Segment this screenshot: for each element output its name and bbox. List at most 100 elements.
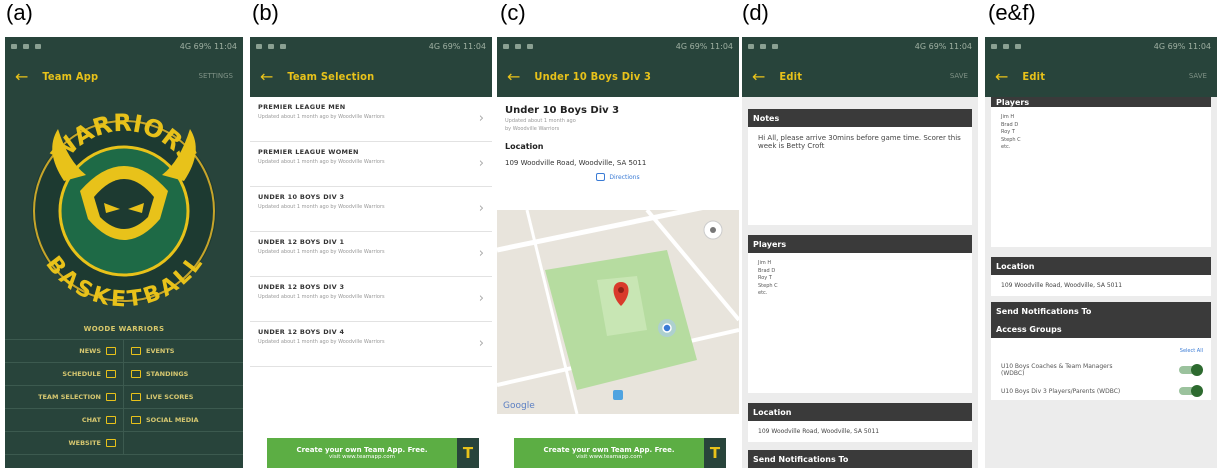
- location-header: Location: [748, 403, 972, 421]
- list-item[interactable]: UNDER 12 BOYS DIV 1 Updated about 1 mont…: [250, 232, 492, 277]
- directions-icon: [596, 173, 606, 181]
- access-groups-list: Select All U10 Boys Coaches & Team Manag…: [991, 338, 1211, 400]
- app-bar: ← Under 10 Boys Div 3: [497, 55, 739, 97]
- player-name: Roy T: [1001, 129, 1015, 135]
- players-field[interactable]: Jim H Brad D Roy T Steph C etc.: [748, 253, 972, 393]
- status-bar: 4G 69% 11:04: [250, 37, 492, 55]
- settings-button[interactable]: SETTINGS: [199, 72, 233, 80]
- app-bar: ← Team App SETTINGS: [5, 55, 243, 97]
- list-item[interactable]: UNDER 10 BOYS DIV 3 Updated about 1 mont…: [250, 187, 492, 232]
- status-bar: 4G 69% 11:04: [497, 37, 739, 55]
- panel-label-e: (e&f): [988, 0, 1036, 25]
- back-arrow-icon[interactable]: ←: [15, 67, 28, 86]
- teamapp-logo-icon: T: [704, 438, 726, 468]
- menu-label: TEAM SELECTION: [38, 393, 101, 401]
- list-item[interactable]: UNDER 12 BOYS DIV 3 Updated about 1 mont…: [250, 277, 492, 322]
- menu-title: WOODE WARRIORS: [83, 325, 165, 333]
- list-item[interactable]: UNDER 12 BOYS DIV 4 Updated about 1 mont…: [250, 322, 492, 367]
- item-subtitle: Updated about 1 month ago by Woodville W…: [258, 249, 385, 255]
- phone-screen-edit: 4G 69% 11:04 ← Edit SAVE Notes Hi All, p…: [742, 37, 978, 468]
- save-button[interactable]: SAVE: [950, 72, 968, 80]
- player-name: etc.: [758, 290, 768, 296]
- chevron-right-icon: ›: [478, 291, 484, 306]
- ad-headline: Create your own Team App. Free.: [296, 446, 428, 454]
- back-arrow-icon[interactable]: ←: [995, 67, 1008, 86]
- player-name: Brad D: [1001, 121, 1019, 128]
- google-watermark: Google: [503, 401, 535, 411]
- select-all-link[interactable]: Select All: [991, 338, 1211, 358]
- back-arrow-icon[interactable]: ←: [260, 67, 273, 86]
- phone-screen-team-selection: 4G 69% 11:04 ← Team Selection PREMIER LE…: [250, 37, 492, 468]
- home-menu-grid: NEWS EVENTS SCHEDULE STANDINGS TEAM SELE…: [5, 339, 243, 455]
- menu-item-schedule[interactable]: SCHEDULE: [5, 363, 124, 386]
- directions-label: Directions: [609, 173, 640, 181]
- notes-header: Notes: [748, 109, 972, 127]
- directions-link[interactable]: Directions: [505, 173, 731, 181]
- list-item[interactable]: PREMIER LEAGUE MEN Updated about 1 month…: [250, 97, 492, 142]
- teamapp-logo-icon: T: [457, 438, 479, 468]
- ad-banner[interactable]: Create your own Team App. Free. visit ww…: [514, 438, 726, 468]
- schedule-icon: [106, 370, 116, 378]
- ad-url: visit www.teamapp.com: [576, 454, 642, 460]
- item-title: PREMIER LEAGUE WOMEN: [258, 148, 359, 156]
- notes-field[interactable]: Hi All, please arrive 30mins before game…: [748, 127, 972, 225]
- item-title: UNDER 12 BOYS DIV 4: [258, 328, 345, 336]
- back-arrow-icon[interactable]: ←: [752, 67, 765, 86]
- notes-text: Hi All, please arrive 30mins before game…: [758, 134, 961, 150]
- menu-item-social-media[interactable]: SOCIAL MEDIA: [124, 409, 243, 432]
- phone-screen-team-detail: 4G 69% 11:04 ← Under 10 Boys Div 3 Under…: [497, 37, 739, 468]
- status-bar: 4G 69% 11:04: [985, 37, 1217, 55]
- location-field[interactable]: 109 Woodville Road, Woodville, SA 5011: [991, 275, 1211, 296]
- shield-icon: [106, 393, 116, 401]
- menu-item-standings[interactable]: STANDINGS: [124, 363, 243, 386]
- chat-icon: [106, 416, 116, 424]
- app-bar: ← Edit SAVE: [985, 55, 1217, 97]
- item-title: UNDER 12 BOYS DIV 1: [258, 238, 345, 246]
- players-field[interactable]: Jim H Brad D Roy T Steph C etc.: [991, 107, 1211, 247]
- item-subtitle: Updated about 1 month ago by Woodville W…: [258, 204, 385, 210]
- access-group-row: U10 Boys Coaches & Team Managers (WDBC): [991, 358, 1211, 382]
- map-view[interactable]: Google: [497, 197, 739, 415]
- access-group-row: U10 Boys Div 3 Players/Parents (WDBC): [991, 382, 1211, 400]
- access-groups-header: Access Groups: [991, 320, 1211, 338]
- send-notifications-header: Send Notifications To: [748, 450, 972, 468]
- ad-banner[interactable]: Create your own Team App. Free. visit ww…: [267, 438, 479, 468]
- back-arrow-icon[interactable]: ←: [507, 67, 520, 86]
- screen-title: Team Selection: [287, 69, 375, 83]
- list-item[interactable]: PREMIER LEAGUE WOMEN Updated about 1 mon…: [250, 142, 492, 187]
- location-heading: Location: [505, 142, 544, 151]
- address-text: 109 Woodville Road, Woodville, SA 5011: [505, 159, 647, 167]
- panel-label-d: (d): [742, 0, 769, 25]
- menu-label: NEWS: [79, 347, 101, 355]
- status-text: 4G 69% 11:04: [428, 41, 486, 51]
- updated-text: Updated about 1 month ago: [505, 118, 576, 124]
- menu-item-news[interactable]: NEWS: [5, 340, 124, 363]
- chevron-right-icon: ›: [478, 111, 484, 126]
- menu-item-team-selection[interactable]: TEAM SELECTION: [5, 386, 124, 409]
- list-icon: [131, 370, 141, 378]
- item-subtitle: Updated about 1 month ago by Woodville W…: [258, 159, 385, 165]
- menu-label: SOCIAL MEDIA: [146, 416, 199, 424]
- save-button[interactable]: SAVE: [1189, 72, 1207, 80]
- app-bar: ← Edit SAVE: [742, 55, 978, 97]
- ad-headline: Create your own Team App. Free.: [543, 446, 675, 454]
- scoreboard-icon: [131, 393, 141, 401]
- chevron-right-icon: ›: [478, 336, 484, 351]
- location-field[interactable]: 109 Woodville Road, Woodville, SA 5011: [748, 421, 972, 442]
- chevron-right-icon: ›: [478, 201, 484, 216]
- status-bar: 4G 69% 11:04: [742, 37, 978, 55]
- group-toggle[interactable]: [1179, 385, 1203, 397]
- status-bar: 4G 69% 11:04: [5, 37, 243, 55]
- player-name: etc.: [1001, 144, 1011, 150]
- menu-item-live-scores[interactable]: LIVE SCORES: [124, 386, 243, 409]
- status-text: 4G 69% 11:04: [914, 41, 972, 51]
- menu-label: EVENTS: [146, 347, 175, 355]
- screen-title: Edit: [1022, 69, 1046, 83]
- menu-item-website[interactable]: WEBSITE: [5, 432, 124, 455]
- group-toggle[interactable]: [1179, 364, 1203, 376]
- chevron-right-icon: ›: [478, 156, 484, 171]
- menu-label: WEBSITE: [68, 439, 101, 447]
- menu-item-chat[interactable]: CHAT: [5, 409, 124, 432]
- menu-item-events[interactable]: EVENTS: [124, 340, 243, 363]
- player-name: Jim H: [1001, 114, 1015, 120]
